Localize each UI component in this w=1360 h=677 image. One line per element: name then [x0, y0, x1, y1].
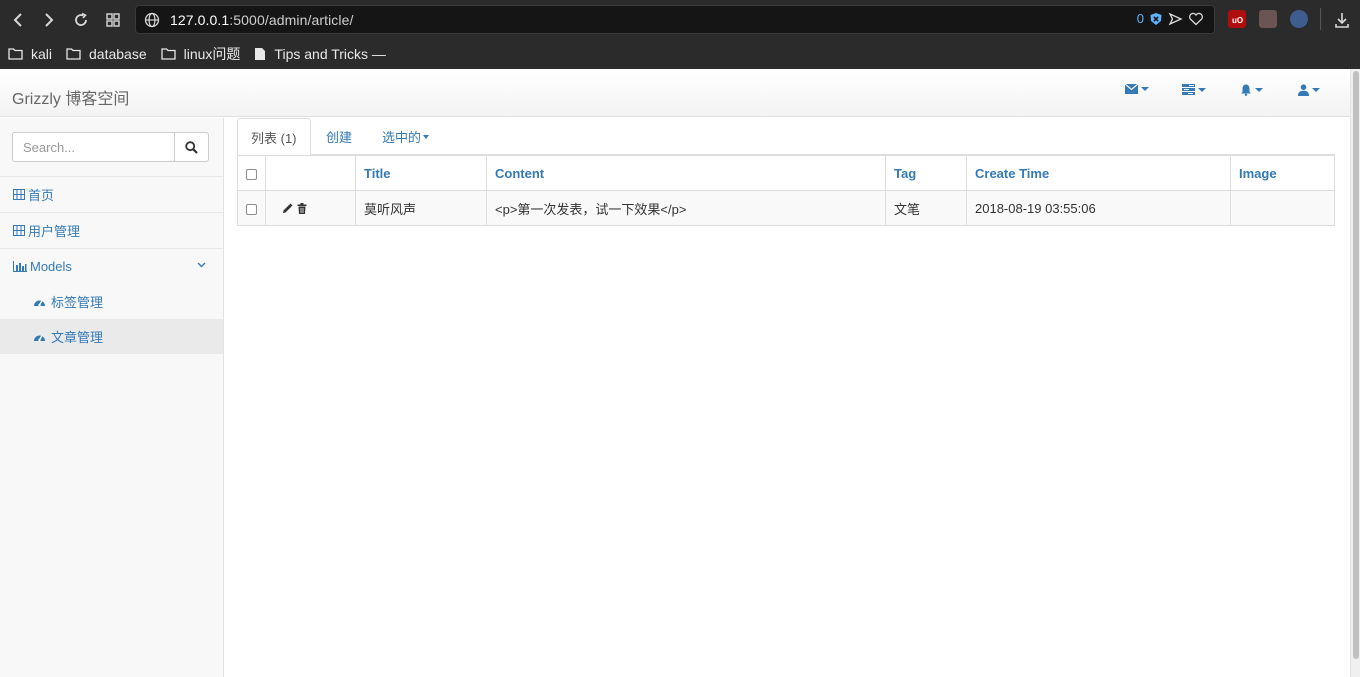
- page: Grizzly 博客空间 首页: [0, 69, 1350, 677]
- browser-toolbar: 127.0.0.1:5000/admin/article/ 0 uO kali …: [0, 0, 1360, 69]
- send-icon[interactable]: [1168, 12, 1183, 26]
- chevron-left-icon: [13, 13, 22, 27]
- column-tag[interactable]: Tag: [885, 155, 967, 191]
- sidebar: 首页 用户管理 Models 标签管理 文章管理: [0, 118, 224, 677]
- svg-text:uO: uO: [1232, 16, 1243, 25]
- search-icon: [185, 140, 198, 154]
- scrollbar-thumb[interactable]: [1353, 71, 1359, 659]
- reload-icon: [75, 12, 87, 26]
- cell-content: <p>第一次发表，试一下效果</p>: [486, 190, 886, 226]
- chevron-right-icon: [45, 13, 54, 27]
- caret-down-icon: [1312, 88, 1320, 92]
- heart-icon[interactable]: [1188, 12, 1204, 26]
- bar-chart-icon: [13, 261, 27, 272]
- dashboard-icon: [34, 300, 45, 307]
- tasks-dropdown[interactable]: [1182, 84, 1206, 95]
- tab-list[interactable]: 列表 (1): [237, 118, 311, 156]
- bookmark-kali[interactable]: kali: [8, 46, 52, 62]
- caret-down-icon: [1255, 88, 1263, 92]
- sidebar-item-users[interactable]: 用户管理: [0, 212, 223, 248]
- navbar: Grizzly 博客空间: [0, 69, 1350, 117]
- cell-tag: 文笔: [885, 190, 967, 226]
- page-scrollbar[interactable]: [1350, 69, 1360, 677]
- sidebar-item-models[interactable]: Models: [0, 248, 223, 284]
- row-actions-cell: [265, 190, 356, 226]
- tab-selected[interactable]: 选中的: [369, 118, 442, 155]
- sidebar-subitem-articles[interactable]: 文章管理: [0, 319, 223, 354]
- globe-icon: [144, 12, 160, 28]
- row-select-cell: [237, 190, 266, 226]
- bookmarks-bar: kali database linux问题 Tips and Tricks —: [0, 40, 1360, 68]
- folder-icon: [8, 48, 23, 60]
- bookmark-linux[interactable]: linux问题: [160, 44, 240, 64]
- table-header-row: Title Content Tag Create Time Image: [237, 155, 1335, 191]
- bell-icon: [1241, 84, 1251, 96]
- cell-image: [1230, 190, 1335, 226]
- table-row: 莫听风声 <p>第一次发表，试一下效果</p> 文笔 2018-08-19 03…: [237, 190, 1335, 226]
- column-title[interactable]: Title: [355, 155, 487, 191]
- forward-button[interactable]: [37, 7, 61, 33]
- tasks-icon: [1182, 84, 1195, 95]
- grid-icon: [13, 225, 25, 236]
- sidebar-subitem-label: 标签管理: [51, 295, 104, 310]
- grid-icon: [13, 189, 25, 200]
- downloads-button[interactable]: [1330, 7, 1354, 33]
- column-create-time[interactable]: Create Time: [966, 155, 1231, 191]
- folder-icon: [66, 48, 81, 60]
- sidebar-subitem-label: 文章管理: [51, 330, 104, 345]
- sidebar-menu: 首页 用户管理 Models 标签管理 文章管理: [0, 176, 223, 354]
- ublock-icon[interactable]: uO: [1228, 10, 1246, 28]
- grid-icon: [106, 13, 120, 27]
- select-all-checkbox[interactable]: [246, 168, 257, 180]
- address-bar[interactable]: 127.0.0.1:5000/admin/article/ 0: [135, 5, 1215, 34]
- search-form: [12, 132, 209, 162]
- sidebar-subitem-tags[interactable]: 标签管理: [0, 284, 223, 319]
- globe-extension-icon[interactable]: [1290, 10, 1308, 28]
- folder-icon: [160, 48, 176, 60]
- shield-x-icon[interactable]: [1149, 12, 1163, 26]
- dashboard-icon: [34, 335, 45, 342]
- url-text: 127.0.0.1:5000/admin/article/: [170, 12, 354, 28]
- caret-down-icon: [1198, 87, 1206, 92]
- tab-selected-label: 选中的: [382, 130, 422, 145]
- toolbar-divider: [1320, 8, 1321, 30]
- sidebar-item-label: Models: [30, 259, 72, 274]
- download-icon: [1335, 13, 1349, 28]
- user-icon: [1298, 84, 1309, 96]
- sidebar-item-home[interactable]: 首页: [0, 176, 223, 212]
- chevron-down-icon: [197, 262, 206, 268]
- speed-dial-button[interactable]: [101, 7, 125, 33]
- search-input[interactable]: [12, 132, 175, 162]
- cell-create-time: 2018-08-19 03:55:06: [966, 190, 1231, 226]
- brand[interactable]: Grizzly 博客空间: [12, 85, 129, 109]
- caret-down-icon: [423, 134, 430, 139]
- back-button[interactable]: [6, 7, 30, 33]
- user-dropdown[interactable]: [1298, 84, 1320, 96]
- row-checkbox[interactable]: [246, 203, 257, 215]
- cell-title: 莫听风声: [355, 190, 487, 226]
- alerts-dropdown[interactable]: [1240, 84, 1263, 96]
- extension-icon[interactable]: [1259, 10, 1277, 28]
- bookmark-tips[interactable]: Tips and Tricks —: [254, 46, 386, 62]
- page-icon: [255, 48, 266, 60]
- bookmark-database[interactable]: database: [66, 46, 147, 62]
- messages-dropdown[interactable]: [1125, 84, 1149, 94]
- main-content: 列表 (1) 创建 选中的 Title Content Tag Create T…: [237, 118, 1335, 226]
- column-image[interactable]: Image: [1230, 155, 1335, 191]
- envelope-icon: [1125, 84, 1138, 94]
- tab-bar: 列表 (1) 创建 选中的: [237, 118, 1335, 156]
- select-all-cell: [237, 155, 266, 191]
- trash-icon[interactable]: [297, 202, 307, 214]
- reload-button[interactable]: [69, 7, 93, 33]
- caret-down-icon: [1141, 87, 1149, 91]
- search-button[interactable]: [174, 132, 209, 162]
- column-content[interactable]: Content: [486, 155, 886, 191]
- tab-create[interactable]: 创建: [313, 118, 365, 155]
- sidebar-item-label: 用户管理: [28, 224, 81, 239]
- actions-header: [265, 155, 356, 191]
- sidebar-item-label: 首页: [28, 188, 55, 203]
- pencil-icon[interactable]: [282, 203, 293, 214]
- article-table: Title Content Tag Create Time Image 莫听风声…: [237, 155, 1335, 226]
- blocked-count: 0: [1136, 11, 1144, 26]
